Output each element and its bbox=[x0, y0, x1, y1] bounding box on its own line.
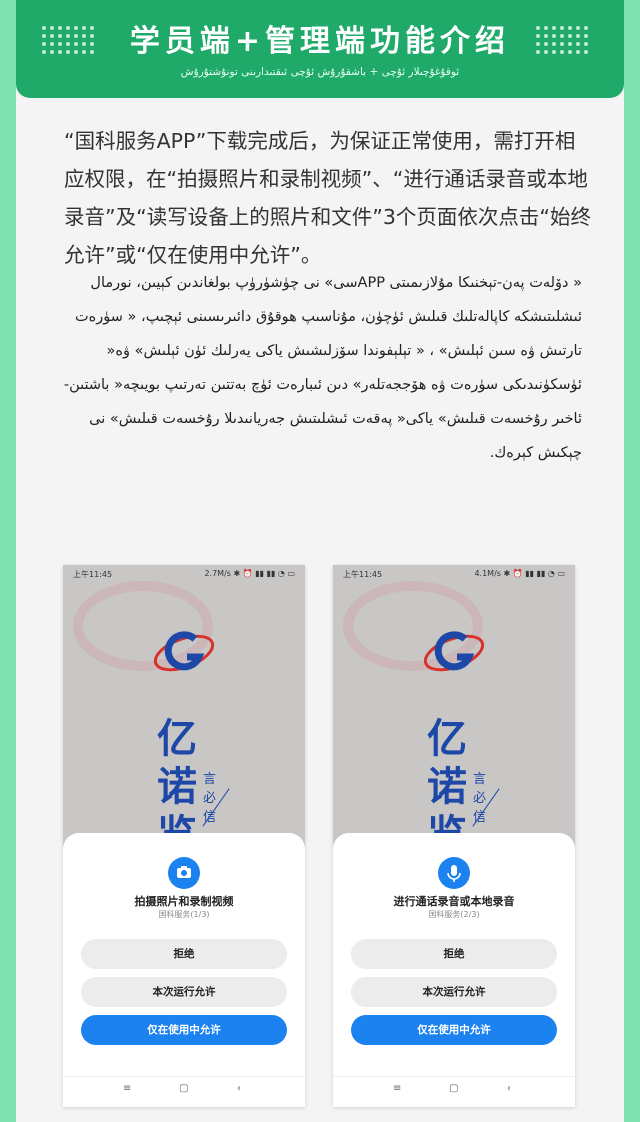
permission-title: 拍摄照片和录制视频 bbox=[134, 895, 234, 908]
permission-dialog: 拍摄照片和录制视频 国科服务(1/3) 拒绝 本次运行允许 仅在使用中允许 ≡ … bbox=[63, 833, 305, 1107]
permission-title: 进行通话录音或本地录音 bbox=[393, 895, 515, 908]
status-bar: 上午11:45 4.1M/s ✱ ⏰ ▮▮ ▮▮ ◔ ▭ bbox=[333, 569, 575, 583]
intro-paragraph-chinese: “国科服务APP”下载完成后，为保证正常使用，需打开相应权限，在“拍摄照片和录制… bbox=[64, 129, 592, 267]
back-icon[interactable]: ‹ bbox=[507, 1083, 511, 1094]
brand-slogan: 言必信 bbox=[203, 772, 217, 825]
camera-icon bbox=[168, 857, 200, 889]
deny-button[interactable]: 拒绝 bbox=[81, 939, 287, 969]
intro-paragraph-uyghur: « دۆلەت پەن-تېخنىكا مۇلازىمىتى APPسى» نى… bbox=[63, 275, 582, 461]
app-logo-icon bbox=[423, 631, 485, 672]
page-subtitle: ئوقۇغۇچىلار ئۇچى + باشقۇرۇش ئۇچى ئىقتىدا… bbox=[180, 66, 460, 78]
deny-button[interactable]: 拒绝 bbox=[351, 939, 557, 969]
home-icon[interactable]: ▢ bbox=[179, 1083, 188, 1094]
allow-while-using-button[interactable]: 仅在使用中允许 bbox=[351, 1015, 557, 1045]
status-bar: 上午11:45 2.7M/s ✱ ⏰ ▮▮ ▮▮ ◔ ▭ bbox=[63, 569, 305, 583]
phone-screenshot-2: 上午11:45 4.1M/s ✱ ⏰ ▮▮ ▮▮ ◔ ▭ 亿诺览 言必信 进行通… bbox=[333, 565, 575, 1107]
permission-dialog: 进行通话录音或本地录音 国科服务(2/3) 拒绝 本次运行允许 仅在使用中允许 … bbox=[333, 833, 575, 1107]
status-time: 上午11:45 bbox=[343, 570, 383, 579]
status-indicators: 4.1M/s ✱ ⏰ ▮▮ ▮▮ ◔ ▭ bbox=[474, 569, 565, 578]
status-indicators: 2.7M/s ✱ ⏰ ▮▮ ▮▮ ◔ ▭ bbox=[204, 569, 295, 578]
allow-this-time-button[interactable]: 本次运行允许 bbox=[81, 977, 287, 1007]
home-icon[interactable]: ▢ bbox=[449, 1083, 458, 1094]
allow-this-time-button[interactable]: 本次运行允许 bbox=[351, 977, 557, 1007]
permission-subtitle: 国科服务(2/3) bbox=[428, 910, 480, 919]
page-title: 学员端+管理端功能介绍 bbox=[129, 24, 511, 59]
allow-while-using-button[interactable]: 仅在使用中允许 bbox=[81, 1015, 287, 1045]
back-icon[interactable]: ‹ bbox=[237, 1083, 241, 1094]
navigation-bar: ≡ ▢ ‹ bbox=[63, 1076, 305, 1103]
menu-icon[interactable]: ≡ bbox=[123, 1083, 131, 1094]
menu-icon[interactable]: ≡ bbox=[393, 1083, 401, 1094]
microphone-icon bbox=[438, 857, 470, 889]
header-banner: 学员端+管理端功能介绍 ئوقۇغۇچىلار ئۇچى + باشقۇرۇش … bbox=[16, 0, 624, 98]
brand-slogan: 言必信 bbox=[473, 772, 487, 825]
phone-screenshot-1: 上午11:45 2.7M/s ✱ ⏰ ▮▮ ▮▮ ◔ ▭ 亿诺览 言必信 拍摄照… bbox=[63, 565, 305, 1107]
status-time: 上午11:45 bbox=[73, 570, 113, 579]
app-logo-icon bbox=[153, 631, 215, 672]
navigation-bar: ≡ ▢ ‹ bbox=[333, 1076, 575, 1103]
permission-subtitle: 国科服务(1/3) bbox=[158, 910, 210, 919]
